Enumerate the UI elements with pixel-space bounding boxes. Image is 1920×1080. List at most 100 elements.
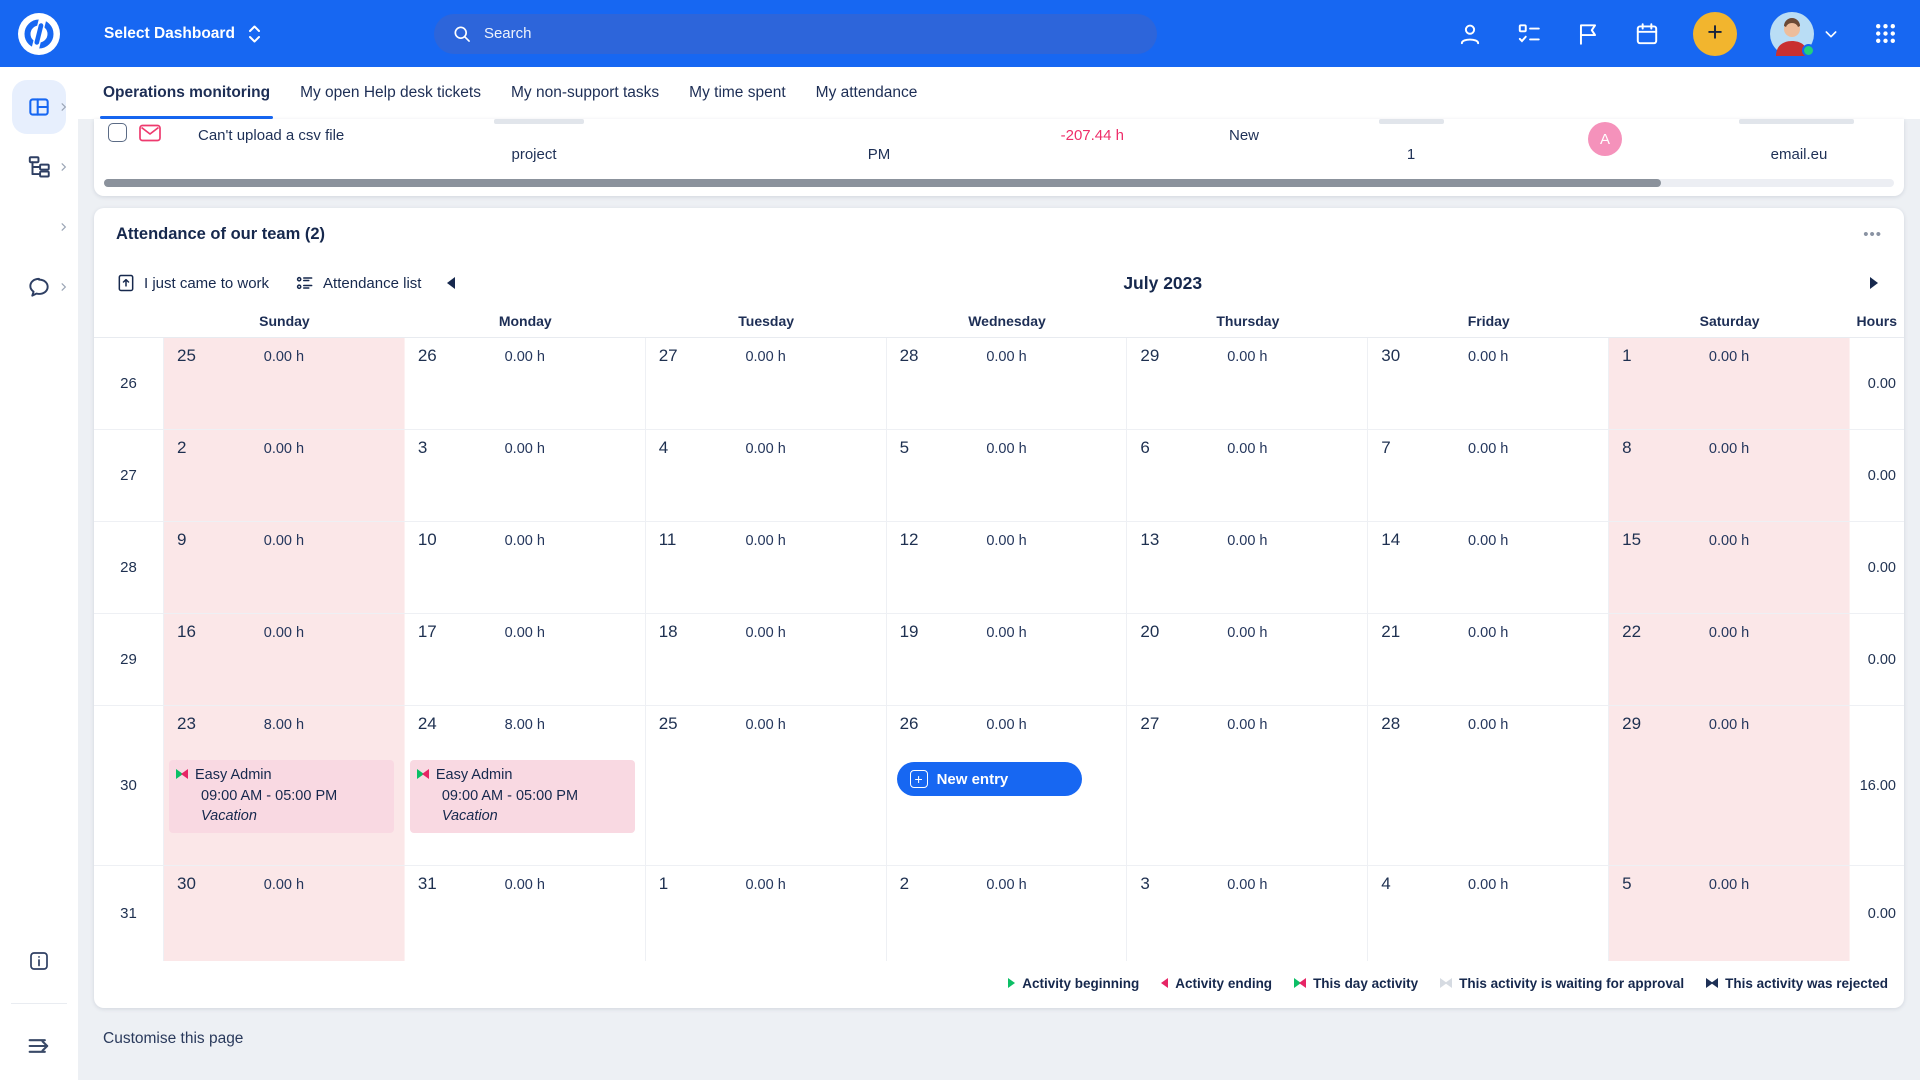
day-cell[interactable]: 110.00 h [646, 522, 887, 613]
chevron-right-icon [58, 282, 69, 293]
day-cell[interactable]: 80.00 h [1609, 430, 1850, 521]
customise-page-link[interactable]: Customise this page [103, 1030, 243, 1048]
sidebar-item-chat[interactable] [0, 257, 78, 317]
search-bar[interactable] [434, 14, 1157, 54]
day-cell[interactable]: 30.00 h [405, 430, 646, 521]
day-cell[interactable]: 260.00 h+New entry [887, 706, 1128, 865]
day-cell[interactable]: 70.00 h [1368, 430, 1609, 521]
day-hours-label: 0.00 h [646, 625, 886, 641]
legend-end-icon [1161, 976, 1168, 991]
sidebar-item-info[interactable] [0, 935, 78, 987]
day-cell[interactable]: 248.00 hEasy Admin09:00 AM - 05:00 PMVac… [405, 706, 646, 865]
came-to-work-button[interactable]: I just came to work [116, 273, 269, 293]
ticket-row[interactable]: Can't upload a csv file project PM -207.… [94, 119, 1904, 175]
day-cell[interactable]: 170.00 h [405, 614, 646, 705]
user-menu[interactable] [1770, 12, 1839, 56]
day-cell[interactable]: 90.00 h [164, 522, 405, 613]
tab-my-time-spent[interactable]: My time spent [689, 67, 785, 119]
day-cell[interactable]: 20.00 h [887, 866, 1128, 961]
day-cell[interactable]: 100.00 h [405, 522, 646, 613]
day-cell[interactable]: 260.00 h [405, 338, 646, 429]
dashboard-selector[interactable]: Select Dashboard [104, 23, 262, 45]
expand-sidebar-icon [25, 1032, 53, 1060]
tab-my-open-help-desk-tickets[interactable]: My open Help desk tickets [300, 67, 481, 119]
day-cell[interactable]: 270.00 h [646, 338, 887, 429]
scrollbar-thumb[interactable] [104, 179, 1661, 187]
sidebar-item-project-tree[interactable] [0, 137, 78, 197]
search-input[interactable] [482, 24, 1139, 43]
assignee-avatar[interactable]: A [1588, 122, 1622, 156]
day-cell[interactable]: 30.00 h [1127, 866, 1368, 961]
horizontal-scrollbar[interactable] [104, 179, 1894, 187]
chevron-down-icon[interactable] [1823, 26, 1839, 42]
day-cell[interactable]: 280.00 h [887, 338, 1128, 429]
previous-month-icon [447, 277, 455, 289]
day-cell[interactable]: 50.00 h [887, 430, 1128, 521]
sidebar-item-dashboard[interactable] [0, 77, 78, 137]
ticket-title-link[interactable]: Can't upload a csv file [198, 127, 344, 144]
attendance-list-button[interactable]: Attendance list [295, 273, 421, 293]
chat-icon [26, 274, 52, 300]
day-cell[interactable]: 280.00 h [1368, 706, 1609, 865]
day-cell[interactable]: 290.00 h [1609, 706, 1850, 865]
day-cell[interactable]: 140.00 h [1368, 522, 1609, 613]
day-hours-label: 0.00 h [164, 877, 404, 893]
day-cell[interactable]: 310.00 h [405, 866, 646, 961]
app-logo[interactable] [0, 11, 78, 57]
week-number: 27 [94, 430, 164, 521]
next-month-button[interactable] [1866, 273, 1882, 293]
day-cell[interactable]: 270.00 h [1127, 706, 1368, 865]
user-avatar[interactable] [1770, 12, 1814, 56]
day-cell[interactable]: 130.00 h [1127, 522, 1368, 613]
day-cell[interactable]: 50.00 h [1609, 866, 1850, 961]
day-cell[interactable]: 250.00 h [164, 338, 405, 429]
day-hours-label: 0.00 h [1609, 625, 1849, 641]
week-total-hours: 0.00 [1850, 430, 1904, 521]
sidebar-item-collapsed[interactable] [0, 197, 78, 257]
day-cell[interactable]: 290.00 h [1127, 338, 1368, 429]
legend-begin-icon [1008, 976, 1015, 991]
day-cell[interactable]: 220.00 h [1609, 614, 1850, 705]
day-cell[interactable]: 250.00 h [646, 706, 887, 865]
day-cell[interactable]: 10.00 h [1609, 338, 1850, 429]
flag-icon[interactable] [1575, 21, 1601, 47]
tab-operations-monitoring[interactable]: Operations monitoring [103, 67, 270, 119]
todo-list-icon[interactable] [1516, 21, 1542, 47]
row-checkbox[interactable] [108, 123, 127, 142]
day-cell[interactable]: 40.00 h [1368, 866, 1609, 961]
day-cell[interactable]: 200.00 h [1127, 614, 1368, 705]
new-entry-button[interactable]: +New entry [897, 762, 1083, 796]
previous-month-button[interactable] [443, 273, 459, 293]
day-cell[interactable]: 238.00 hEasy Admin09:00 AM - 05:00 PMVac… [164, 706, 405, 865]
tab-my-attendance[interactable]: My attendance [816, 67, 918, 119]
day-cell[interactable]: 60.00 h [1127, 430, 1368, 521]
day-cell[interactable]: 210.00 h [1368, 614, 1609, 705]
apps-grid-icon[interactable] [1872, 21, 1898, 47]
calendar-icon[interactable] [1634, 21, 1660, 47]
day-cell[interactable]: 10.00 h [646, 866, 887, 961]
email-icon [138, 123, 162, 147]
day-cell[interactable]: 120.00 h [887, 522, 1128, 613]
day-cell[interactable]: 180.00 h [646, 614, 887, 705]
expand-sidebar-button[interactable] [0, 1020, 78, 1072]
add-new-button[interactable]: + [1693, 12, 1737, 56]
day-cell[interactable]: 40.00 h [646, 430, 887, 521]
tab-my-non-support-tasks[interactable]: My non-support tasks [511, 67, 659, 119]
day-cell[interactable]: 190.00 h [887, 614, 1128, 705]
kebab-menu-icon[interactable]: ••• [1863, 226, 1882, 243]
day-cell[interactable]: 150.00 h [1609, 522, 1850, 613]
sidebar-divider [11, 1003, 67, 1004]
day-cell[interactable]: 20.00 h [164, 430, 405, 521]
attendance-toolbar: I just came to work Attendance list July… [94, 260, 1904, 306]
dashboard-icon [26, 94, 52, 120]
ticket-count-cell: 1 [1371, 146, 1451, 163]
attendance-activity[interactable]: Easy Admin09:00 AM - 05:00 PMVacation [169, 760, 394, 833]
day-cell[interactable]: 300.00 h [1368, 338, 1609, 429]
day-cell[interactable]: 160.00 h [164, 614, 405, 705]
day-cell[interactable]: 300.00 h [164, 866, 405, 961]
week-number: 26 [94, 338, 164, 429]
attendance-list-label: Attendance list [323, 275, 421, 292]
legend-label: This day activity [1313, 976, 1418, 991]
attendance-activity[interactable]: Easy Admin09:00 AM - 05:00 PMVacation [410, 760, 635, 833]
profile-icon[interactable] [1457, 21, 1483, 47]
